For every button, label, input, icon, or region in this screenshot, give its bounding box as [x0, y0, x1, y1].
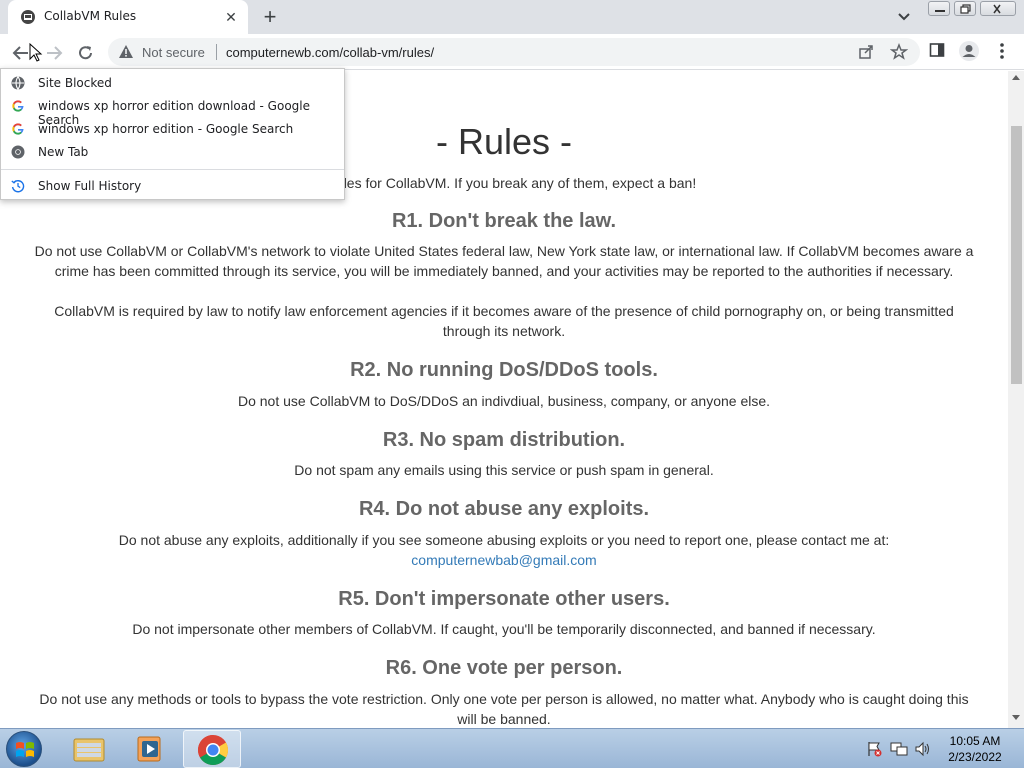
google-icon	[11, 122, 25, 136]
tab-title: CollabVM Rules	[44, 9, 137, 23]
explorer-icon	[73, 738, 105, 762]
action-center-flag-icon[interactable]	[866, 741, 882, 757]
security-label[interactable]: Not secure	[142, 45, 205, 60]
scrollbar-thumb[interactable]	[1011, 126, 1022, 384]
globe-icon	[11, 76, 25, 90]
address-bar[interactable]: Not secure computernewb.com/collab-vm/ru…	[108, 38, 920, 66]
clock-time: 10:05 AM	[949, 734, 1001, 748]
window-close-button[interactable]	[980, 1, 1016, 16]
clock-date: 2/23/2022	[948, 750, 1002, 764]
chrome-icon	[11, 145, 25, 159]
rule-paragraph: Do not impersonate other members of Coll…	[132, 621, 876, 637]
windows-taskbar: 10:05 AM 2/23/2022	[0, 728, 1024, 768]
volume-icon[interactable]	[914, 741, 932, 757]
history-item-label: windows xp horror edition - Google Searc…	[38, 122, 294, 136]
contact-email-link-row: computernewbab@gmail.com	[30, 550, 978, 570]
media-player-icon	[137, 736, 161, 762]
minimize-button[interactable]	[928, 1, 950, 16]
back-history-menu: Site Blocked windows xp horror edition d…	[0, 68, 345, 200]
network-icon[interactable]	[890, 741, 908, 757]
profile-avatar-icon[interactable]	[958, 40, 980, 67]
chrome-taskbar-button[interactable]	[183, 730, 241, 768]
omnibox-divider	[216, 44, 217, 60]
rule-heading: R2. No running DoS/DDoS tools.	[350, 359, 658, 381]
history-item-label: New Tab	[38, 145, 89, 159]
history-item-google-search[interactable]: windows xp horror edition - Google Searc…	[1, 118, 344, 141]
media-player-taskbar-button[interactable]	[121, 730, 179, 768]
google-icon	[11, 99, 25, 113]
start-button[interactable]	[6, 731, 42, 767]
page-scrollbar[interactable]	[1008, 71, 1024, 728]
scroll-down-arrow-icon[interactable]	[1012, 715, 1020, 720]
restore-button[interactable]	[954, 1, 976, 16]
forward-button[interactable]	[41, 40, 67, 66]
scroll-up-arrow-icon[interactable]	[1012, 75, 1020, 80]
history-item-label: Site Blocked	[38, 76, 112, 90]
chrome-icon	[197, 735, 229, 766]
history-item-site-blocked[interactable]: Site Blocked	[1, 72, 344, 95]
rule-paragraph: Do not abuse any exploits, additionally …	[118, 532, 890, 548]
show-full-history-item[interactable]: Show Full History	[1, 175, 344, 198]
contact-email-link[interactable]: computernewbab@gmail.com	[411, 552, 596, 568]
collabvm-favicon-icon	[20, 9, 36, 25]
reload-button[interactable]	[73, 40, 99, 66]
rule-heading: R4. Do not abuse any exploits.	[358, 498, 650, 520]
tab-strip: CollabVM Rules ✕ +	[0, 0, 1024, 34]
history-divider	[1, 169, 344, 170]
rule-heading: R3. No spam distribution.	[382, 429, 626, 451]
tab-collabvm-rules[interactable]: CollabVM Rules ✕	[8, 0, 248, 34]
not-secure-warning-icon[interactable]	[118, 44, 134, 65]
share-icon[interactable]	[858, 44, 874, 65]
rule-heading: R1. Don't break the law.	[391, 210, 617, 232]
bookmark-star-icon[interactable]	[889, 42, 909, 66]
windows-logo-icon	[16, 742, 34, 757]
show-full-history-label: Show Full History	[38, 179, 142, 193]
rule-paragraph: CollabVM is required by law to notify la…	[54, 303, 954, 339]
history-clock-icon	[11, 179, 25, 193]
browser-menu-icon[interactable]	[996, 42, 1008, 65]
history-item-google-search-download[interactable]: windows xp horror edition download - Goo…	[1, 95, 344, 127]
explorer-taskbar-button[interactable]	[60, 730, 118, 768]
side-panel-icon[interactable]	[929, 42, 945, 63]
tab-close-icon[interactable]: ✕	[222, 8, 240, 26]
history-item-new-tab[interactable]: New Tab	[1, 141, 344, 164]
rule-paragraph: Do not use any methods or tools to bypas…	[39, 691, 969, 727]
taskbar-clock[interactable]: 10:05 AM 2/23/2022	[940, 733, 1010, 765]
rule-paragraph: Do not use CollabVM to DoS/DDoS an indiv…	[237, 393, 771, 409]
tab-search-icon[interactable]	[894, 8, 914, 26]
rule-heading: R5. Don't impersonate other users.	[338, 588, 670, 610]
browser-toolbar: Not secure computernewb.com/collab-vm/ru…	[0, 34, 1024, 70]
url-text[interactable]: computernewb.com/collab-vm/rules/	[226, 45, 434, 60]
rule-paragraph: Do not spam any emails using this servic…	[294, 462, 714, 478]
new-tab-button[interactable]: +	[258, 6, 282, 30]
rule-paragraph: Do not use CollabVM or CollabVM's networ…	[34, 243, 974, 279]
rule-heading: R6. One vote per person.	[385, 657, 623, 679]
